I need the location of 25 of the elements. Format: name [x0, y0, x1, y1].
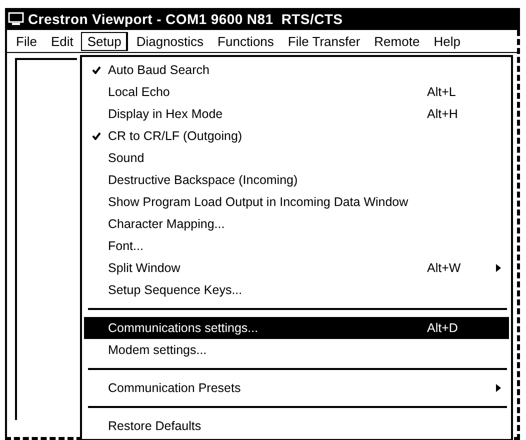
menu-item[interactable]: CR to CR/LF (Outgoing)	[84, 125, 509, 147]
menu-item[interactable]: Local Echo Alt+L	[84, 81, 509, 103]
menu-item[interactable]: Restore Defaults	[84, 415, 509, 437]
window-title: Crestron Viewport - COM1 9600 N81 RTS/CTS	[28, 11, 343, 27]
menu-item[interactable]: Setup Sequence Keys...	[84, 279, 509, 301]
menu-item[interactable]: Communication Presets	[84, 377, 509, 399]
menu-item[interactable]: Functions	[212, 32, 280, 50]
menu-item[interactable]: Display in Hex Mode Alt+H	[84, 103, 509, 125]
menu-item[interactable]: Remote	[368, 32, 426, 50]
menu-item[interactable]: Font...	[84, 235, 509, 257]
menu-item[interactable]: Show Program Load Output in Incoming Data Window	[84, 191, 509, 213]
menu-item[interactable]: Communications settings... Alt+D	[84, 317, 509, 339]
monitor-icon	[8, 12, 24, 26]
menu-item[interactable]: Sound	[84, 147, 509, 169]
menu-item[interactable]: Modem settings...	[84, 339, 509, 361]
menu-item[interactable]: Destructive Backspace (Incoming)	[84, 169, 509, 191]
menu-item[interactable]: Auto Baud Search	[84, 59, 509, 81]
menu-item[interactable]: Split Window Alt+W	[84, 257, 509, 279]
menu-item[interactable]: Help	[428, 32, 466, 50]
menu-item[interactable]: Setup	[81, 32, 128, 50]
menu-item[interactable]: Edit	[44, 32, 80, 50]
menu-item[interactable]: File Transfer	[282, 32, 366, 50]
menu-item[interactable]: File	[10, 32, 43, 50]
menu-item[interactable]: Character Mapping...	[84, 213, 509, 235]
menu-item[interactable]: Diagnostics	[130, 32, 210, 50]
